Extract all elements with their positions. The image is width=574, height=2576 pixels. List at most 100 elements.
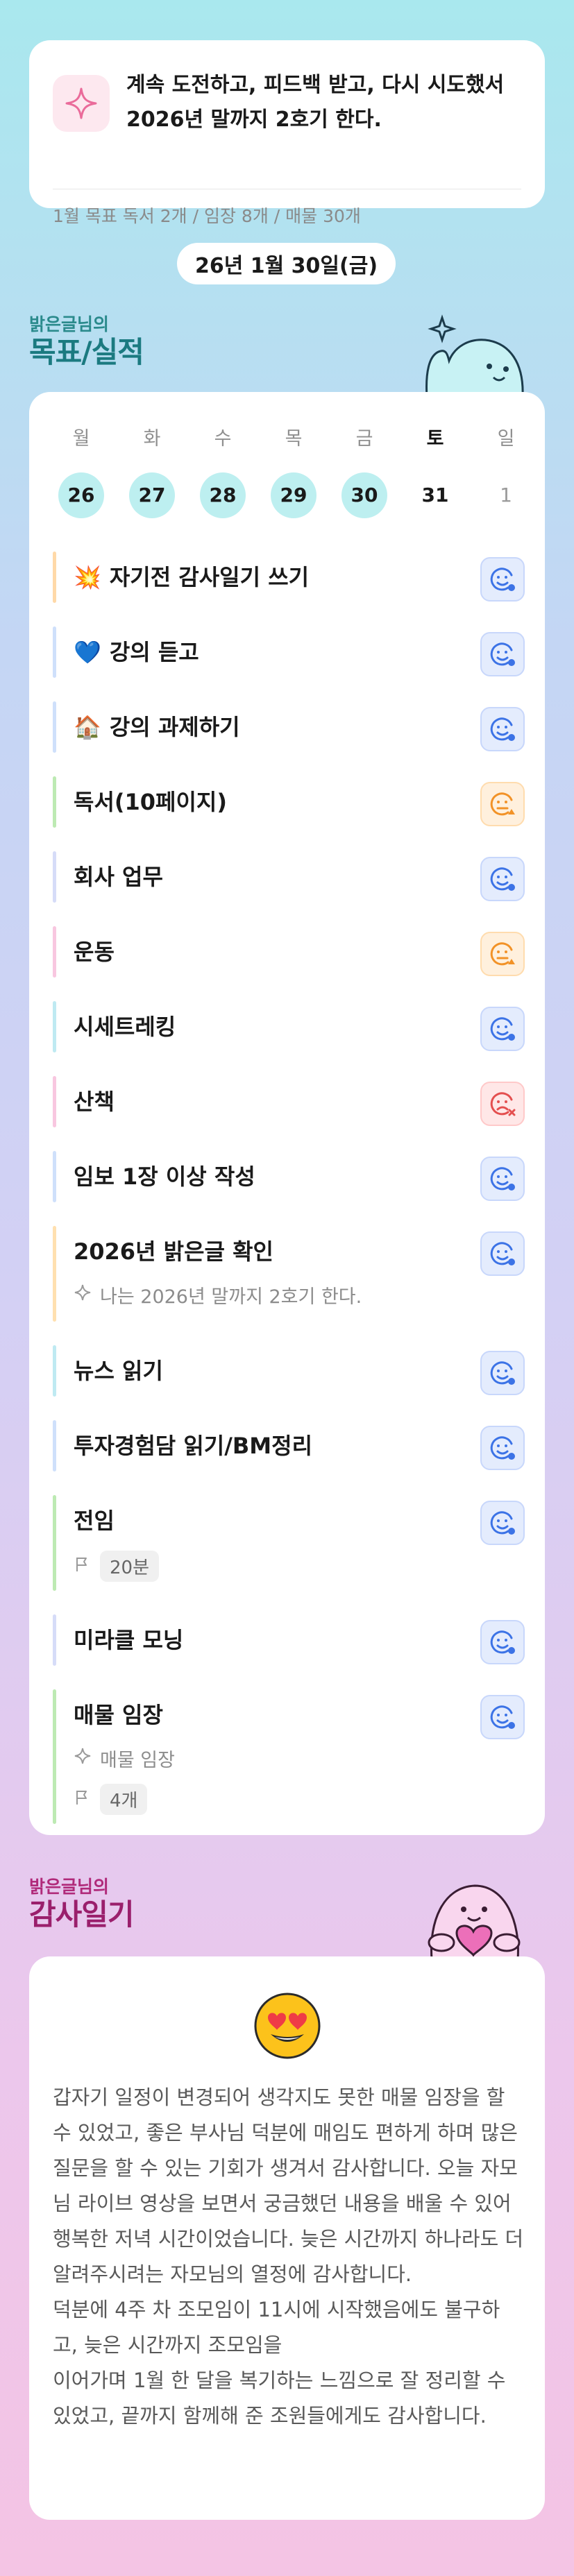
task-emoji: 🏠 xyxy=(74,714,101,740)
status-blue-face-icon[interactable] xyxy=(480,1351,525,1395)
flag-icon xyxy=(74,1555,92,1578)
status-orange-face-icon[interactable] xyxy=(480,932,525,976)
task-record-chip: 4개 xyxy=(100,1784,148,1815)
day-wed[interactable]: 수 28 xyxy=(200,425,246,518)
task-item[interactable]: 임보 1장 이상 작성 xyxy=(53,1151,525,1202)
task-item[interactable]: 투자경험담 읽기/BM정리 xyxy=(53,1420,525,1472)
day-name: 월 xyxy=(72,428,90,450)
task-label-text: 강의 과제하기 xyxy=(109,714,240,740)
status-blue-face-icon[interactable] xyxy=(480,1501,525,1545)
day-date: 31 xyxy=(421,484,449,506)
task-label-text: 독서(10페이지) xyxy=(74,789,227,815)
task-label-text: 뉴스 읽기 xyxy=(74,1358,163,1384)
status-orange-face-icon[interactable] xyxy=(480,782,525,826)
status-blue-face-icon[interactable] xyxy=(480,1620,525,1664)
diary-card: 갑자기 일정이 변경되어 생각지도 못한 매물 임장을 할 수 있었고, 좋은 … xyxy=(29,1956,545,2520)
task-label-text: 미라클 모닝 xyxy=(74,1627,184,1653)
status-blue-face-icon[interactable] xyxy=(480,707,525,751)
status-blue-face-icon[interactable] xyxy=(480,1695,525,1739)
task-label: 미라클 모닝 xyxy=(74,1614,183,1666)
status-blue-face-icon[interactable] xyxy=(480,1231,525,1276)
sparkle-icon xyxy=(74,1283,92,1306)
status-blue-face-icon[interactable] xyxy=(480,557,525,602)
task-label: 전임 xyxy=(74,1495,115,1546)
day-date: 30 xyxy=(341,472,387,518)
day-date: 27 xyxy=(129,472,175,518)
week-calendar: 월 26 화 27 수 28 목 29 금 30 토 31 일 1 xyxy=(50,425,524,518)
status-blue-face-icon[interactable] xyxy=(480,857,525,901)
day-date: 28 xyxy=(200,472,246,518)
task-label-text: 투자경험담 읽기/BM정리 xyxy=(74,1433,313,1459)
task-color-bar xyxy=(53,552,56,603)
status-blue-face-icon[interactable] xyxy=(480,632,525,676)
task-label: 산책 xyxy=(74,1076,115,1127)
task-label: 운동 xyxy=(74,926,115,978)
day-date: 26 xyxy=(58,472,104,518)
task-label: 💙 강의 듣고 xyxy=(74,626,199,678)
task-label: 🏠 강의 과제하기 xyxy=(74,701,240,753)
task-label-text: 2026년 밝은글 확인 xyxy=(74,1238,273,1265)
goals-title: 목표/실적 xyxy=(29,335,144,369)
status-blue-face-icon[interactable] xyxy=(480,1157,525,1201)
sparkle-icon xyxy=(53,75,110,132)
task-item[interactable]: 💙 강의 듣고 xyxy=(53,626,525,678)
task-note-text: 나는 2026년 말까지 2호기 한다. xyxy=(100,1286,362,1308)
date-label[interactable]: 26년 1월 30일(금) xyxy=(177,243,396,284)
diary-title: 감사일기 xyxy=(29,1897,135,1931)
task-color-bar xyxy=(53,701,56,753)
task-record-chip: 20분 xyxy=(100,1551,160,1582)
task-color-bar xyxy=(53,1076,56,1127)
goals-card: 월 26 화 27 수 28 목 29 금 30 토 31 일 1 💥 자기전 감… xyxy=(29,392,545,1835)
day-sun[interactable]: 일 1 xyxy=(483,425,529,518)
day-name: 금 xyxy=(355,428,373,450)
day-thu[interactable]: 목 29 xyxy=(271,425,316,518)
task-label: 뉴스 읽기 xyxy=(74,1345,163,1397)
day-date: 29 xyxy=(271,472,316,518)
task-label-text: 전임 xyxy=(74,1508,115,1534)
day-tue[interactable]: 화 27 xyxy=(129,425,175,518)
heart-eyes-face-icon xyxy=(254,1993,321,2059)
task-record: 20분 xyxy=(74,1551,160,1582)
task-color-bar xyxy=(53,776,56,828)
status-blue-face-icon[interactable] xyxy=(480,1007,525,1051)
status-red-face-icon[interactable] xyxy=(480,1082,525,1126)
task-color-bar xyxy=(53,1151,56,1202)
task-emoji: 💥 xyxy=(74,564,101,590)
sparkle-icon xyxy=(74,1747,92,1770)
task-record: 4개 xyxy=(74,1784,148,1815)
task-item[interactable]: 독서(10페이지) xyxy=(53,776,525,828)
task-item[interactable]: 운동 xyxy=(53,926,525,978)
day-fri[interactable]: 금 30 xyxy=(341,425,387,518)
task-label: 시세트레킹 xyxy=(74,1001,176,1052)
task-color-bar xyxy=(53,851,56,903)
task-label-text: 운동 xyxy=(74,939,115,965)
task-label-text: 매물 임장 xyxy=(74,1702,163,1728)
task-color-bar xyxy=(53,1001,56,1052)
task-item[interactable]: 회사 업무 xyxy=(53,851,525,903)
task-item[interactable]: 매물 임장 매물 임장 4개 xyxy=(53,1689,525,1824)
task-item[interactable]: 시세트레킹 xyxy=(53,1001,525,1052)
day-name: 목 xyxy=(285,428,303,450)
task-label: 매물 임장 xyxy=(74,1689,163,1741)
task-label: 독서(10페이지) xyxy=(74,776,227,828)
task-item[interactable]: 산책 xyxy=(53,1076,525,1127)
motto-card: 계속 도전하고, 피드백 받고, 다시 시도했서 2026년 말까지 2호기 한… xyxy=(29,40,545,226)
task-color-bar xyxy=(53,1614,56,1666)
task-item[interactable]: 💥 자기전 감사일기 쓰기 xyxy=(53,552,525,603)
task-label-text: 회사 업무 xyxy=(74,864,163,890)
task-item[interactable]: 미라클 모닝 xyxy=(53,1614,525,1666)
task-item[interactable]: 뉴스 읽기 xyxy=(53,1345,525,1397)
task-item[interactable]: 🏠 강의 과제하기 xyxy=(53,701,525,753)
task-label: 2026년 밝은글 확인 xyxy=(74,1226,273,1277)
day-mon[interactable]: 월 26 xyxy=(58,425,104,518)
day-name: 화 xyxy=(143,428,161,450)
status-blue-face-icon[interactable] xyxy=(480,1426,525,1470)
task-label: 임보 1장 이상 작성 xyxy=(74,1151,255,1202)
day-sat[interactable]: 토 31 xyxy=(412,425,458,518)
task-label: 회사 업무 xyxy=(74,851,163,903)
task-item[interactable]: 2026년 밝은글 확인나는 2026년 말까지 2호기 한다. xyxy=(53,1226,525,1322)
task-label: 투자경험담 읽기/BM정리 xyxy=(74,1420,312,1472)
task-item[interactable]: 전임 20분 xyxy=(53,1495,525,1591)
task-color-bar xyxy=(53,1495,56,1591)
task-note-text: 매물 임장 xyxy=(100,1750,175,1771)
